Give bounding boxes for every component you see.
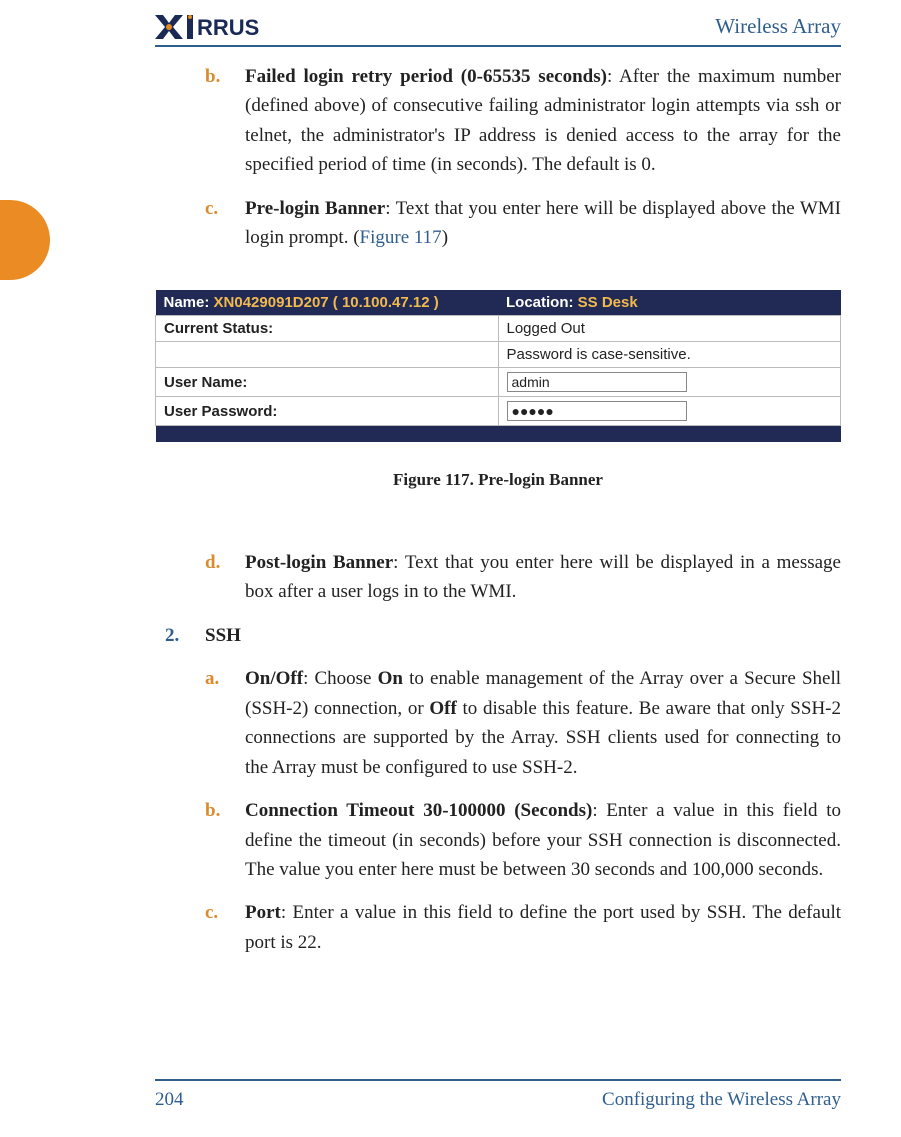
item-lead: Failed login retry period (0-65535 secon… xyxy=(245,66,607,87)
item-rest: : Enter a value in this field to define … xyxy=(245,902,841,952)
section-number: 2. xyxy=(165,621,205,650)
header-rule xyxy=(155,45,841,47)
list-item-b: b. Failed login retry period (0-65535 se… xyxy=(205,62,841,180)
shot-pass-cell: ●●●●● xyxy=(498,397,841,426)
item-lead: On/Off xyxy=(245,668,303,689)
item-content: Pre-login Banner: Text that you enter he… xyxy=(245,194,841,253)
bold-off: Off xyxy=(429,698,456,719)
item-marker: c. xyxy=(205,194,245,253)
figure-caption: Figure 117. Pre-login Banner xyxy=(155,470,841,490)
figure-link[interactable]: Figure 117 xyxy=(360,227,442,248)
page-thumb-tab xyxy=(0,200,50,280)
item-lead: Pre-login Banner xyxy=(245,198,385,219)
list-item-2a: a. On/Off: Choose On to enable managemen… xyxy=(205,664,841,782)
list-item-c: c. Pre-login Banner: Text that you enter… xyxy=(205,194,841,253)
item-lead: Port xyxy=(245,902,281,923)
svg-text:RRUS: RRUS xyxy=(197,15,259,40)
shot-user-cell: admin xyxy=(498,368,841,397)
shot-location-label: Location: xyxy=(506,294,574,311)
shot-location-cell: Location: SS Desk xyxy=(498,290,841,316)
footer-rule xyxy=(155,1079,841,1081)
body-lower: d. Post-login Banner: Text that you ente… xyxy=(205,548,841,971)
shot-pass-label: User Password: xyxy=(156,397,499,426)
list-item-d: d. Post-login Banner: Text that you ente… xyxy=(205,548,841,607)
body-upper: b. Failed login retry period (0-65535 se… xyxy=(205,62,841,267)
item-marker: d. xyxy=(205,548,245,607)
shot-user-label: User Name: xyxy=(156,368,499,397)
shot-name-cell: Name: XN0429091D207 ( 10.100.47.12 ) xyxy=(156,290,499,316)
shot-hint-label xyxy=(156,342,499,368)
item-marker: b. xyxy=(205,62,245,180)
shot-status-value: Logged Out xyxy=(498,316,841,342)
shot-bottom-bar xyxy=(156,426,841,443)
item-after-link: ) xyxy=(442,227,448,248)
section-2-header: 2. SSH xyxy=(165,621,841,650)
item-text: : Choose xyxy=(303,668,378,689)
figure-117: Name: XN0429091D207 ( 10.100.47.12 ) Loc… xyxy=(155,290,841,490)
shot-hint-value: Password is case-sensitive. xyxy=(498,342,841,368)
item-content: On/Off: Choose On to enable management o… xyxy=(245,664,841,782)
shot-status-label: Current Status: xyxy=(156,316,499,342)
item-marker: a. xyxy=(205,664,245,782)
item-content: Port: Enter a value in this field to def… xyxy=(245,898,841,957)
shot-name-value: XN0429091D207 ( 10.100.47.12 ) xyxy=(214,294,439,311)
footer-chapter: Configuring the Wireless Array xyxy=(602,1089,841,1111)
item-content: Connection Timeout 30-100000 (Seconds): … xyxy=(245,796,841,884)
item-marker: b. xyxy=(205,796,245,884)
list-item-2b: b. Connection Timeout 30-100000 (Seconds… xyxy=(205,796,841,884)
login-screenshot: Name: XN0429091D207 ( 10.100.47.12 ) Loc… xyxy=(155,290,841,442)
bold-on: On xyxy=(378,668,403,689)
user-password-input[interactable]: ●●●●● xyxy=(507,401,687,421)
section-title: SSH xyxy=(205,621,841,650)
user-name-input[interactable]: admin xyxy=(507,372,687,392)
item-content: Failed login retry period (0-65535 secon… xyxy=(245,62,841,180)
item-marker: c. xyxy=(205,898,245,957)
list-item-2c: c. Port: Enter a value in this field to … xyxy=(205,898,841,957)
shot-location-value: SS Desk xyxy=(578,294,638,311)
footer-page-number: 204 xyxy=(155,1089,184,1111)
brand-logo: RRUS xyxy=(155,12,305,42)
item-lead: Post-login Banner xyxy=(245,552,393,573)
header-product: Wireless Array xyxy=(715,14,841,39)
item-lead: Connection Timeout 30-100000 (Seconds) xyxy=(245,800,592,821)
item-content: Post-login Banner: Text that you enter h… xyxy=(245,548,841,607)
shot-name-label: Name: xyxy=(164,294,210,311)
